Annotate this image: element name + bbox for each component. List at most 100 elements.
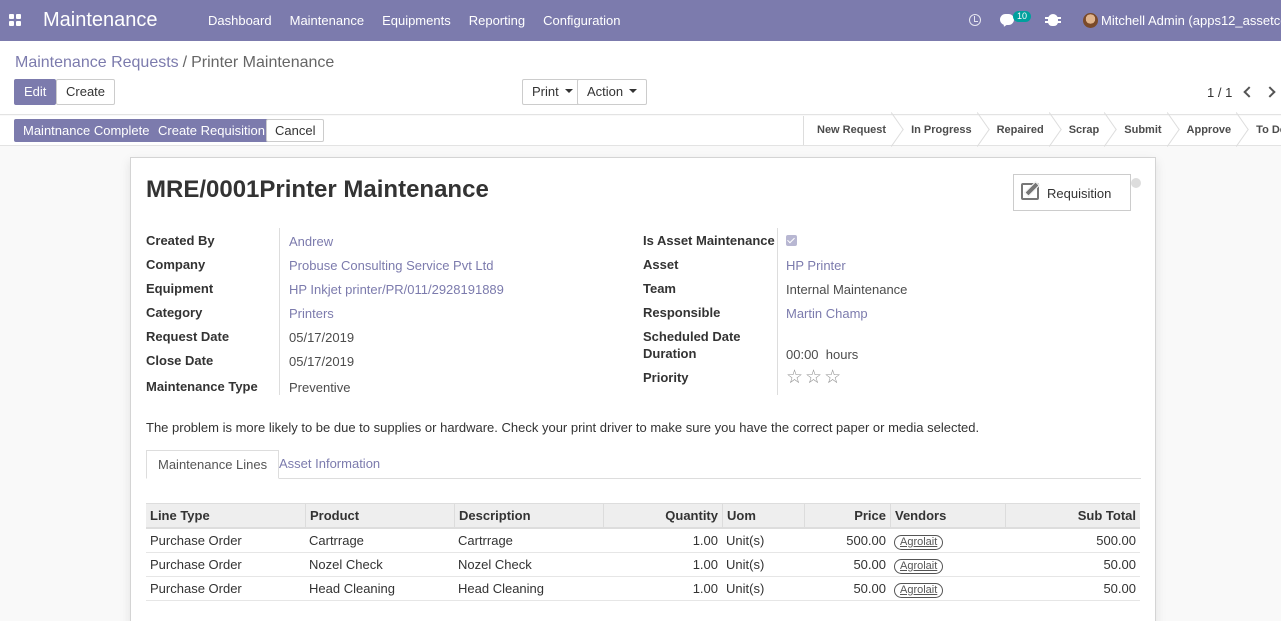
- apps-menu-icon[interactable]: [9, 14, 21, 26]
- column-header[interactable]: Uom: [722, 504, 804, 527]
- right-column-divider: [777, 228, 778, 395]
- vendors-cell: Agrolait: [890, 553, 1005, 576]
- maintenance-complete-button[interactable]: Maintnance Complete: [14, 119, 159, 142]
- menu-reporting[interactable]: Reporting: [460, 0, 534, 41]
- stage-submit[interactable]: Submit: [1111, 116, 1173, 145]
- description-cell: Cartrrage: [458, 533, 513, 548]
- asset-label: Asset: [643, 257, 679, 272]
- column-header[interactable]: Quantity: [603, 504, 722, 527]
- action-dropdown[interactable]: Action: [577, 79, 648, 105]
- column-header[interactable]: Description: [454, 504, 603, 527]
- star-icon[interactable]: ☆: [805, 367, 824, 388]
- create-button[interactable]: Create: [56, 79, 116, 105]
- tab-maintenance-lines[interactable]: Maintenance Lines: [146, 450, 280, 479]
- company-value[interactable]: Probuse Consulting Service Pvt Ltd: [289, 258, 494, 273]
- team-value: Internal Maintenance: [786, 282, 908, 297]
- stage-in-progress[interactable]: In Progress: [898, 116, 984, 145]
- messages-icon[interactable]: [1000, 14, 1014, 25]
- pager-value[interactable]: 1 / 1: [1207, 85, 1232, 100]
- description-text: The problem is more likely to be due to …: [146, 420, 980, 435]
- main-menu: Dashboard Maintenance Equipments Reporti…: [199, 0, 629, 41]
- menu-dashboard[interactable]: Dashboard: [199, 0, 281, 41]
- category-label: Category: [146, 305, 203, 320]
- print-dropdown[interactable]: Print: [522, 79, 583, 105]
- stage-repaired[interactable]: Repaired: [984, 116, 1056, 145]
- breadcrumb-current: Printer Maintenance: [191, 54, 335, 71]
- table-row[interactable]: Purchase Order Nozel Check Nozel Check 1…: [146, 553, 1140, 577]
- company-label: Company: [146, 257, 206, 272]
- requisition-label: Requisition: [1047, 186, 1112, 201]
- vendor-tag[interactable]: Agrolait: [894, 583, 944, 598]
- table-row[interactable]: Purchase Order Cartrrage Cartrrage 1.00 …: [146, 529, 1140, 553]
- uom-cell: Unit(s): [726, 581, 765, 596]
- equipment-value[interactable]: HP Inkjet printer/PR/011/2928191889: [289, 282, 504, 297]
- pager-next-icon[interactable]: [1264, 86, 1276, 98]
- activity-clock-icon[interactable]: [969, 14, 981, 26]
- request-date-value: 05/17/2019: [289, 330, 355, 345]
- print-label: Print: [532, 84, 559, 99]
- requisition-smart-button[interactable]: Requisition: [1013, 174, 1131, 211]
- action-label: Action: [587, 84, 624, 99]
- product-cell: Head Cleaning: [309, 581, 396, 596]
- created-by-value[interactable]: Andrew: [289, 234, 333, 249]
- status-bar: Maintnance Complete Create Requisition C…: [0, 116, 1281, 146]
- is-asset-maintenance-checkbox[interactable]: [786, 235, 797, 246]
- edit-icon: [1021, 183, 1039, 200]
- column-header[interactable]: Sub Total: [1005, 504, 1140, 527]
- app-brand[interactable]: Maintenance: [43, 9, 158, 32]
- line-type-cell: Purchase Order: [150, 557, 242, 572]
- is-asset-maintenance-label: Is Asset Maintenance: [643, 233, 775, 248]
- line-type-cell: Purchase Order: [150, 581, 242, 596]
- menu-maintenance[interactable]: Maintenance: [281, 0, 373, 41]
- maintenance-type-label: Maintenance Type: [146, 379, 258, 394]
- debug-bug-icon[interactable]: [1045, 14, 1061, 26]
- menu-configuration[interactable]: Configuration: [534, 0, 629, 41]
- close-date-label: Close Date: [146, 353, 214, 368]
- line-type-cell: Purchase Order: [150, 533, 242, 548]
- star-icon[interactable]: ☆: [786, 367, 805, 388]
- column-header[interactable]: Price: [804, 504, 890, 527]
- tab-asset-information[interactable]: Asset Information: [268, 450, 391, 479]
- pager-previous-icon[interactable]: [1243, 86, 1255, 98]
- column-header[interactable]: Line Type: [146, 504, 305, 527]
- duration-value: 00:00 hours: [786, 347, 858, 362]
- vendor-tag[interactable]: Agrolait: [894, 535, 944, 550]
- cancel-button[interactable]: Cancel: [266, 119, 325, 142]
- vendor-tag[interactable]: Agrolait: [894, 559, 944, 574]
- caret-down-icon: [564, 88, 573, 93]
- record-title: MRE/0001Printer Maintenance: [146, 176, 489, 203]
- close-date-value: 05/17/2019: [289, 354, 355, 369]
- team-label: Team: [643, 281, 676, 296]
- subtotal-cell: 50.00: [1103, 557, 1136, 572]
- price-cell: 500.00: [846, 533, 886, 548]
- scheduled-date-label: Scheduled Date: [643, 329, 741, 344]
- left-column-divider: [279, 228, 280, 395]
- created-by-label: Created By: [146, 233, 215, 248]
- product-cell: Nozel Check: [309, 557, 383, 572]
- user-avatar[interactable]: [1083, 13, 1098, 28]
- column-header[interactable]: Product: [305, 504, 454, 527]
- create-requisition-button[interactable]: Create Requisition: [149, 119, 274, 142]
- column-header[interactable]: Vendors: [890, 504, 1005, 527]
- star-icon[interactable]: ☆: [824, 367, 843, 388]
- request-date-label: Request Date: [146, 329, 230, 344]
- product-cell: Cartrrage: [309, 533, 364, 548]
- status-dot: [1131, 178, 1141, 188]
- uom-cell: Unit(s): [726, 533, 765, 548]
- stage-to-do[interactable]: To Do: [1243, 116, 1281, 145]
- table-header: Line Type Product Description Quantity U…: [146, 503, 1140, 529]
- responsible-value[interactable]: Martin Champ: [786, 306, 868, 321]
- duration-label: Duration: [643, 346, 697, 361]
- menu-equipments[interactable]: Equipments: [373, 0, 460, 41]
- duration-unit: hours: [825, 347, 859, 362]
- table-row[interactable]: Purchase Order Head Cleaning Head Cleani…: [146, 577, 1140, 601]
- user-menu[interactable]: Mitchell Admin (apps12_assetce): [1101, 0, 1281, 41]
- edit-button[interactable]: Edit: [14, 79, 57, 105]
- subtotal-cell: 50.00: [1103, 581, 1136, 596]
- breadcrumb-parent[interactable]: Maintenance Requests: [15, 54, 179, 71]
- category-value[interactable]: Printers: [289, 306, 334, 321]
- stage-scrap[interactable]: Scrap: [1056, 116, 1112, 145]
- asset-value[interactable]: HP Printer: [786, 258, 846, 273]
- stage-approve[interactable]: Approve: [1174, 116, 1244, 145]
- stage-new-request[interactable]: New Request: [804, 116, 898, 145]
